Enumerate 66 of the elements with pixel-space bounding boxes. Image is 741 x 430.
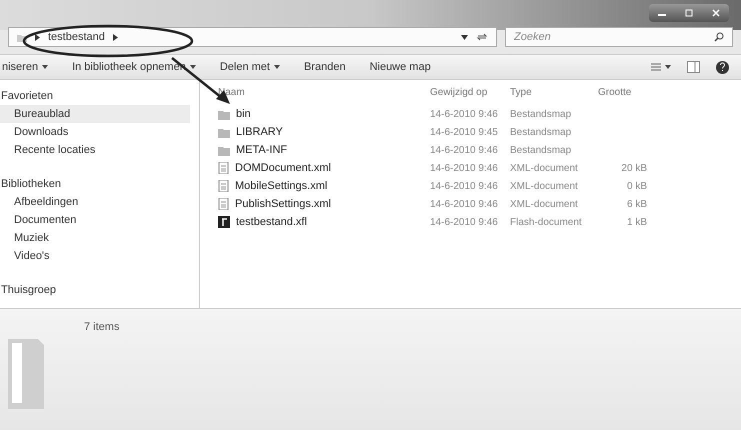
table-cell-text: 14-6-2010 9:45 bbox=[430, 126, 499, 140]
file-name[interactable]: DOMDocument.xml bbox=[235, 160, 331, 176]
chevron-icon bbox=[35, 34, 40, 40]
table-cell-text: 14-6-2010 9:46 bbox=[430, 198, 499, 212]
table-cell-text: 14-6-2010 9:46 bbox=[430, 162, 499, 176]
flash-file-icon bbox=[218, 216, 230, 228]
column-header[interactable]: Type bbox=[510, 84, 592, 100]
table-cell-text: 14-6-2010 9:46 bbox=[430, 216, 499, 230]
toolbar-button[interactable]: niseren bbox=[2, 58, 48, 76]
sidebar-item[interactable]: Afbeeldingen bbox=[0, 193, 190, 211]
sidebar-item[interactable]: Bureaublad bbox=[0, 105, 190, 123]
folder-icon bbox=[8, 339, 44, 409]
toolbar-button[interactable]: Delen met bbox=[220, 58, 280, 76]
folder-icon bbox=[218, 126, 230, 138]
column-header[interactable]: Grootte bbox=[592, 84, 662, 100]
table-cell-text: XML-document bbox=[510, 162, 579, 176]
preview-pane-icon[interactable] bbox=[687, 61, 700, 73]
table-cell-text: Bestandsmap bbox=[510, 126, 572, 140]
sidebar-heading[interactable]: Thuisgroep bbox=[0, 282, 199, 299]
table-cell-text: 6 kB bbox=[626, 198, 647, 212]
column-header[interactable]: Gewijzigd op bbox=[430, 84, 510, 100]
sidebar-heading[interactable]: Bibliotheken bbox=[0, 176, 199, 193]
sidebar-item[interactable]: Muziek bbox=[0, 229, 190, 247]
item-count: 7 items bbox=[84, 320, 120, 335]
breadcrumb[interactable]: testbestand bbox=[48, 28, 105, 46]
file-name[interactable]: bin bbox=[236, 106, 251, 122]
sidebar-item[interactable]: Downloads bbox=[0, 123, 190, 141]
table-cell-text: 20 kB bbox=[621, 162, 647, 176]
table-cell-text: 0 kB bbox=[626, 180, 647, 194]
sidebar-item[interactable]: Recente locaties bbox=[0, 141, 190, 159]
table-cell-text: Bestandsmap bbox=[510, 144, 572, 158]
document-icon bbox=[218, 180, 229, 192]
table-cell-text: 14-6-2010 9:46 bbox=[430, 108, 499, 122]
toolbar-button[interactable]: Branden bbox=[304, 58, 346, 76]
table-cell-text: 14-6-2010 9:46 bbox=[430, 144, 499, 158]
table-cell-text: XML-document bbox=[510, 198, 579, 212]
table-cell-text: Bestandsmap bbox=[510, 108, 572, 122]
sidebar-heading[interactable]: Favorieten bbox=[0, 88, 199, 105]
dropdown-icon[interactable] bbox=[461, 34, 468, 40]
document-icon bbox=[218, 198, 229, 210]
file-name[interactable]: PublishSettings.xml bbox=[235, 196, 331, 212]
chevron-icon bbox=[112, 34, 118, 40]
address-bar[interactable]: testbestand bbox=[8, 27, 497, 47]
toolbar-button[interactable]: Nieuwe map bbox=[370, 58, 431, 76]
table-cell-text: 1 kB bbox=[626, 216, 647, 230]
file-name[interactable]: testbestand.xfl bbox=[236, 214, 307, 230]
file-name[interactable]: META-INF bbox=[236, 142, 288, 158]
folder-icon bbox=[218, 108, 230, 120]
document-icon bbox=[218, 162, 229, 174]
table-cell-text: XML-document bbox=[510, 180, 579, 194]
table-cell-text: 14-6-2010 9:46 bbox=[430, 180, 499, 194]
window-controls[interactable] bbox=[649, 4, 729, 22]
search-field[interactable]: Zoeken bbox=[505, 27, 733, 47]
table-cell-text: Flash-document bbox=[510, 216, 583, 230]
search-icon bbox=[714, 32, 724, 42]
close-icon[interactable] bbox=[712, 9, 720, 17]
refresh-icon[interactable] bbox=[476, 32, 488, 42]
sidebar-item[interactable]: Video's bbox=[0, 247, 190, 265]
view-icon[interactable] bbox=[651, 62, 671, 72]
sidebar-item[interactable]: Documenten bbox=[0, 211, 190, 229]
search-input[interactable]: Zoeken bbox=[514, 28, 714, 46]
folder-icon bbox=[218, 144, 230, 156]
maximize-icon[interactable] bbox=[684, 9, 693, 17]
file-name[interactable]: MobileSettings.xml bbox=[235, 178, 328, 194]
file-name[interactable]: LIBRARY bbox=[236, 124, 283, 140]
help-icon[interactable] bbox=[716, 60, 729, 74]
